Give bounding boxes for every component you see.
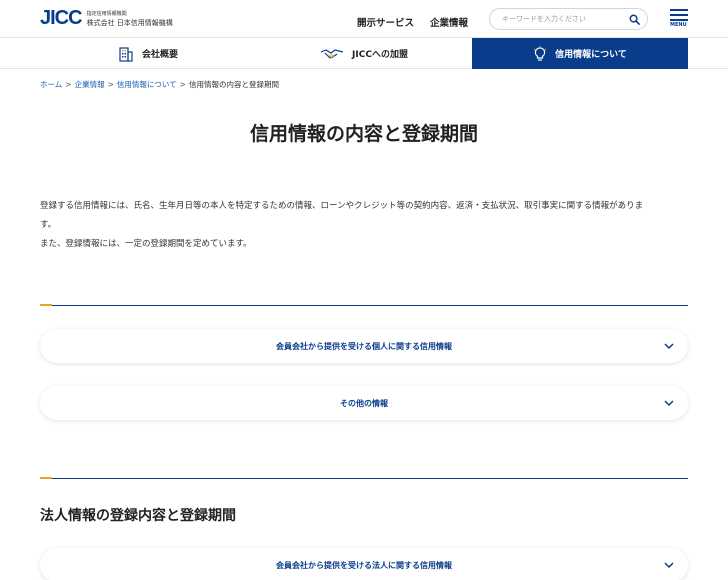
accordion-corporate-credit-info[interactable]: 会員会社から提供を受ける法人に関する信用情報 [40,548,688,580]
lightbulb-icon [533,45,547,61]
nav-disclosure-service[interactable]: 開示サービス [357,15,414,29]
accordion-label: 会員会社から提供を受ける個人に関する信用情報 [276,341,452,351]
breadcrumb-separator: > [65,80,72,89]
site-header: JICC 指定信用情報機関 株式会社 日本信用情報機構 開示サービス 企業情報 … [0,0,728,40]
breadcrumb-separator: > [179,80,186,89]
subnav-label: 信用情報について [555,50,627,60]
breadcrumb-separator: > [107,80,114,89]
section-divider [40,304,688,306]
intro-line-1: 登録する信用情報には、氏名、生年月日等の本人を特定するための情報、ローンやクレジ… [40,201,644,211]
page-title: 信用情報の内容と登録期間 [249,123,478,145]
hamburger-icon-bar [670,19,688,21]
sub-navigation: 会社概要 JICCへの加盟 信用情報について [0,37,728,69]
accordion-personal-credit-info[interactable]: 会員会社から提供を受ける個人に関する信用情報 [40,329,688,363]
logo-text: 指定信用情報機関 株式会社 日本信用情報機構 [87,10,173,27]
hamburger-icon-bar [670,14,688,16]
subnav-jicc-membership[interactable]: JICCへの加盟 [256,38,472,69]
logo[interactable]: JICC 指定信用情報機関 株式会社 日本信用情報機構 [40,8,173,28]
search-input[interactable] [502,12,622,26]
nav-corporate-info[interactable]: 企業情報 [430,15,469,40]
building-icon [119,46,133,62]
breadcrumb-home[interactable]: ホーム [40,80,62,89]
subnav-label: 会社概要 [141,50,178,60]
hamburger-icon [670,9,688,11]
search-icon[interactable] [629,14,640,25]
chevron-down-icon [664,562,674,569]
accordion-other-info[interactable]: その他の情報 [40,386,688,420]
search-box [489,8,648,30]
breadcrumb-credit-info[interactable]: 信用情報について [117,80,177,89]
logo-company-name: 株式会社 日本信用情報機構 [86,18,173,27]
subnav-company-overview[interactable]: 会社概要 [40,38,256,69]
subnav-label: JICCへの加盟 [352,50,408,60]
subnav-credit-info[interactable]: 信用情報について [472,38,688,69]
accordion-label: 会員会社から提供を受ける法人に関する信用情報 [276,560,452,570]
logo-mark: JICC [40,7,83,29]
menu-button[interactable]: MENU [670,8,688,30]
section-divider [40,477,688,479]
intro-line-2: また、登録情報には、一定の登録期間を定めています。 [40,239,252,249]
logo-tagline: 指定信用情報機関 [86,10,127,17]
section-title-corporate: 法人情報の登録内容と登録期間 [40,508,236,524]
handshake-icon [320,48,344,59]
chevron-down-icon [664,400,674,407]
accordion-label: その他の情報 [340,398,388,408]
chevron-down-icon [664,343,674,350]
breadcrumb-current: 信用情報の内容と登録期間 [188,80,279,89]
intro-line-1b: す。 [40,220,57,230]
breadcrumb: ホーム > 企業情報 > 信用情報について > 信用情報の内容と登録期間 [40,79,279,90]
intro-text: 登録する信用情報には、氏名、生年月日等の本人を特定するための情報、ローンやクレジ… [40,197,690,254]
menu-label: MENU [670,22,687,28]
breadcrumb-corporate-info[interactable]: 企業情報 [75,80,105,89]
